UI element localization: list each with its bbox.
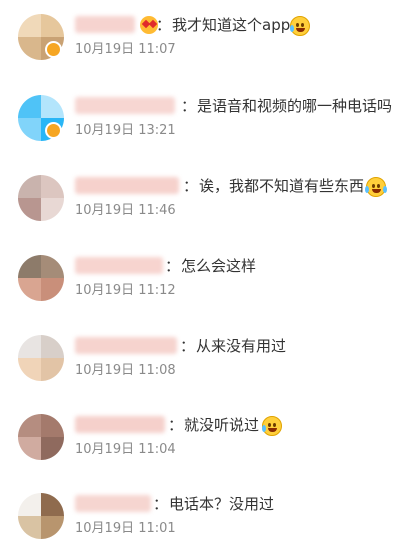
username-blurred[interactable] bbox=[75, 257, 163, 274]
separator: ： bbox=[168, 416, 184, 434]
comment-item: ： 电话本？没用过 10月19日 11:01 bbox=[0, 493, 416, 559]
comment-time: 10月19日 11:01 bbox=[75, 521, 176, 536]
comment-time: 10月19日 11:46 bbox=[75, 203, 176, 218]
username-blurred[interactable] bbox=[75, 337, 177, 354]
separator: ： bbox=[153, 495, 169, 513]
verified-badge-icon bbox=[45, 41, 62, 58]
username-blurred[interactable] bbox=[75, 495, 151, 512]
separator: ： bbox=[183, 177, 199, 195]
crying-laughing-icon bbox=[290, 16, 310, 36]
comment-text: 诶，我都不知道有些东西 bbox=[199, 177, 365, 195]
username-blurred[interactable] bbox=[75, 97, 175, 114]
verified-badge-icon bbox=[45, 122, 62, 139]
comment-text: 电话本？没用过 bbox=[169, 495, 275, 513]
separator: ： bbox=[180, 337, 196, 355]
avatar[interactable] bbox=[18, 175, 64, 221]
comment-item: ： 我才知道这个app 10月19日 11:07 bbox=[0, 14, 416, 80]
avatar[interactable] bbox=[18, 255, 64, 301]
username-blurred[interactable] bbox=[75, 16, 135, 33]
comment-list: ： 我才知道这个app 10月19日 11:07 ： 是语音和视频的哪一种电话吗… bbox=[0, 0, 416, 551]
comment-text: 怎么会这样 bbox=[181, 257, 257, 275]
comment-time: 10月19日 11:07 bbox=[75, 42, 176, 57]
comment-item: ： 是语音和视频的哪一种电话吗 10月19日 13:21 bbox=[0, 95, 416, 161]
comment-text: 是语音和视频的哪一种电话吗 bbox=[197, 97, 393, 115]
separator: ： bbox=[181, 97, 197, 115]
separator: ： bbox=[156, 16, 172, 34]
laughing-tears-icon bbox=[365, 177, 387, 197]
separator: ： bbox=[165, 257, 181, 275]
username-blurred[interactable] bbox=[75, 416, 165, 433]
comment-item: ： 就没听说过 10月19日 11:04 bbox=[0, 414, 416, 480]
comment-text: 从来没有用过 bbox=[196, 337, 287, 355]
comment-text: 就没听说过 bbox=[184, 416, 260, 434]
avatar[interactable] bbox=[18, 493, 64, 539]
comment-time: 10月19日 11:12 bbox=[75, 283, 176, 298]
comment-time: 10月19日 11:04 bbox=[75, 442, 176, 457]
comment-item: ： 怎么会这样 10月19日 11:12 bbox=[0, 255, 416, 321]
comment-item: ： 诶，我都不知道有些东西 10月19日 11:46 bbox=[0, 175, 416, 241]
comment-item: ： 从来没有用过 10月19日 11:08 bbox=[0, 335, 416, 401]
comment-text: 我才知道这个app bbox=[172, 16, 291, 34]
comment-time: 10月19日 11:08 bbox=[75, 363, 176, 378]
crying-laughing-icon bbox=[262, 416, 282, 436]
comment-time: 10月19日 13:21 bbox=[75, 123, 176, 138]
avatar[interactable] bbox=[18, 335, 64, 381]
avatar[interactable] bbox=[18, 414, 64, 460]
username-blurred[interactable] bbox=[75, 177, 179, 194]
